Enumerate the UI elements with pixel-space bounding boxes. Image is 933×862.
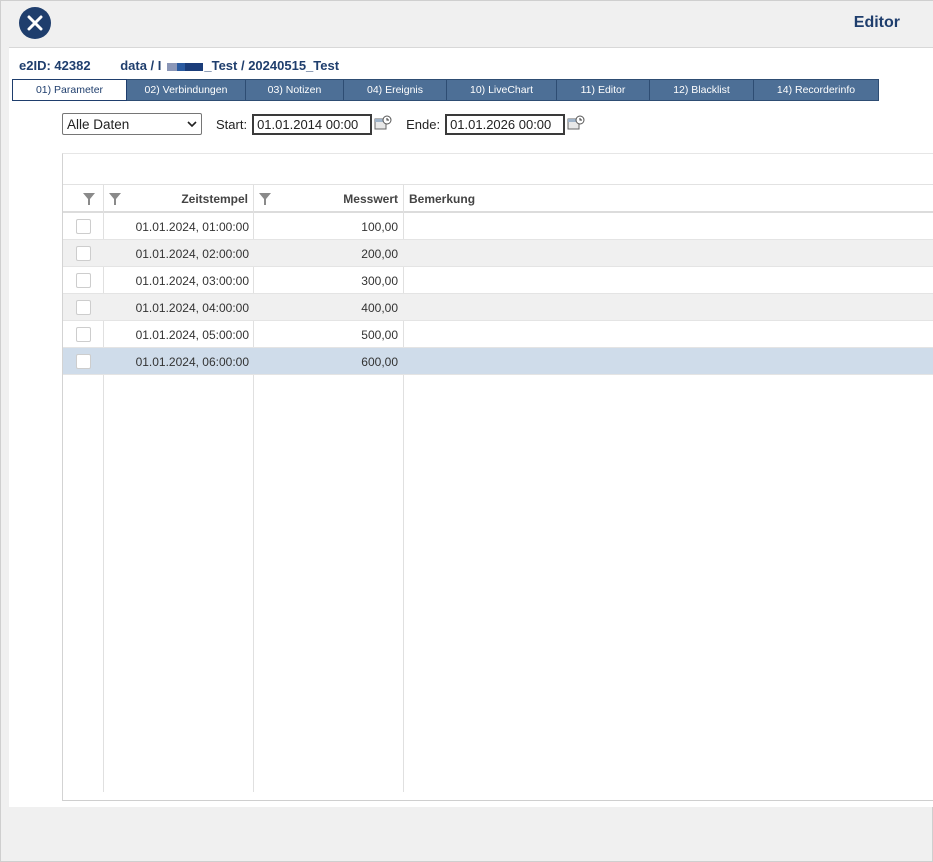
- table-row[interactable]: 01.01.2024, 05:00:00 500,00: [63, 321, 933, 348]
- redacted-block: [167, 63, 204, 71]
- table-row[interactable]: 01.01.2024, 03:00:00 300,00: [63, 267, 933, 294]
- chevron-down-icon: [187, 121, 197, 127]
- column-header-remark[interactable]: Bemerkung: [409, 185, 475, 213]
- start-label: Start:: [216, 116, 248, 132]
- data-grid: Zeitstempel Messwert Bemerkung 01.01.202…: [62, 153, 933, 801]
- value-cell: 300,00: [361, 274, 398, 288]
- filter-icon[interactable]: [109, 193, 121, 205]
- row-checkbox[interactable]: [76, 219, 91, 234]
- row-checkbox[interactable]: [76, 246, 91, 261]
- close-icon: [27, 15, 43, 31]
- row-checkbox[interactable]: [76, 354, 91, 369]
- timestamp-cell: 01.01.2024, 01:00:00: [135, 220, 249, 234]
- table-row[interactable]: 01.01.2024, 01:00:00 100,00: [63, 213, 933, 240]
- end-date-input[interactable]: 01.01.2026 00:00: [445, 113, 566, 135]
- start-date-input[interactable]: 01.01.2014 00:00: [252, 113, 373, 135]
- tab-parameter[interactable]: 01) Parameter: [12, 79, 127, 101]
- timestamp-cell: 01.01.2024, 05:00:00: [135, 328, 249, 342]
- tab-livechart[interactable]: 10) LiveChart: [447, 79, 557, 101]
- close-button[interactable]: [19, 7, 51, 39]
- path-suffix: _Test / 20240515_Test: [204, 58, 340, 73]
- end-label: Ende:: [406, 116, 441, 132]
- value-cell: 100,00: [361, 220, 398, 234]
- select-filter-cell: [83, 185, 95, 213]
- path-prefix: data / I: [120, 58, 162, 73]
- value-cell: 400,00: [361, 301, 398, 315]
- column-header-value[interactable]: Messwert: [283, 185, 398, 213]
- tab-ereignis[interactable]: 04) Ereignis: [344, 79, 447, 101]
- tab-verbindungen[interactable]: 02) Verbindungen: [127, 79, 246, 101]
- e2id-label: e2ID: 42382: [19, 58, 91, 73]
- range-select-value: Alle Daten: [67, 116, 130, 132]
- value-cell: 500,00: [361, 328, 398, 342]
- range-select[interactable]: Alle Daten: [62, 113, 202, 135]
- value-cell: 200,00: [361, 247, 398, 261]
- tab-blacklist[interactable]: 12) Blacklist: [650, 79, 754, 101]
- timestamp-cell: 01.01.2024, 06:00:00: [135, 355, 249, 369]
- tab-notizen[interactable]: 03) Notizen: [246, 79, 344, 101]
- dialog-window: Editor 1 e2ID: 42382 data / I_Tes: [0, 0, 933, 862]
- grid-header: Zeitstempel Messwert Bemerkung: [63, 185, 933, 213]
- table-row[interactable]: 01.01.2024, 02:00:00 200,00: [63, 240, 933, 267]
- date-picker-icon[interactable]: [567, 115, 585, 133]
- grid-toolbar: [63, 154, 933, 185]
- tab-editor[interactable]: 11) Editor: [557, 79, 650, 101]
- table-row-selected[interactable]: 01.01.2024, 06:00:00 600,00: [63, 348, 933, 375]
- window-title: Editor: [853, 14, 900, 31]
- value-filter-cell: [259, 185, 271, 213]
- tab-recorderinfo[interactable]: 14) Recorderinfo: [754, 79, 879, 101]
- date-picker-icon[interactable]: [374, 115, 392, 133]
- timestamp-cell: 01.01.2024, 04:00:00: [135, 301, 249, 315]
- filter-icon[interactable]: [83, 193, 95, 205]
- timestamp-cell: 01.01.2024, 02:00:00: [135, 247, 249, 261]
- tab-bar: 01) Parameter 02) Verbindungen 03) Notiz…: [12, 79, 879, 101]
- table-row[interactable]: 01.01.2024, 04:00:00 400,00: [63, 294, 933, 321]
- filter-bar: Alle Daten Start: 01.01.2014 00:00 Ende:…: [62, 113, 585, 135]
- row-checkbox[interactable]: [76, 273, 91, 288]
- timestamp-filter-cell: [109, 185, 121, 213]
- row-checkbox[interactable]: [76, 327, 91, 342]
- filter-icon[interactable]: [259, 193, 271, 205]
- value-cell: 600,00: [361, 355, 398, 369]
- column-header-timestamp[interactable]: Zeitstempel: [133, 185, 248, 213]
- row-checkbox[interactable]: [76, 300, 91, 315]
- title-bar: Editor: [9, 1, 933, 47]
- breadcrumb: e2ID: 42382 data / I _Test / 20240515_Tes…: [19, 58, 339, 73]
- timestamp-cell: 01.01.2024, 03:00:00: [135, 274, 249, 288]
